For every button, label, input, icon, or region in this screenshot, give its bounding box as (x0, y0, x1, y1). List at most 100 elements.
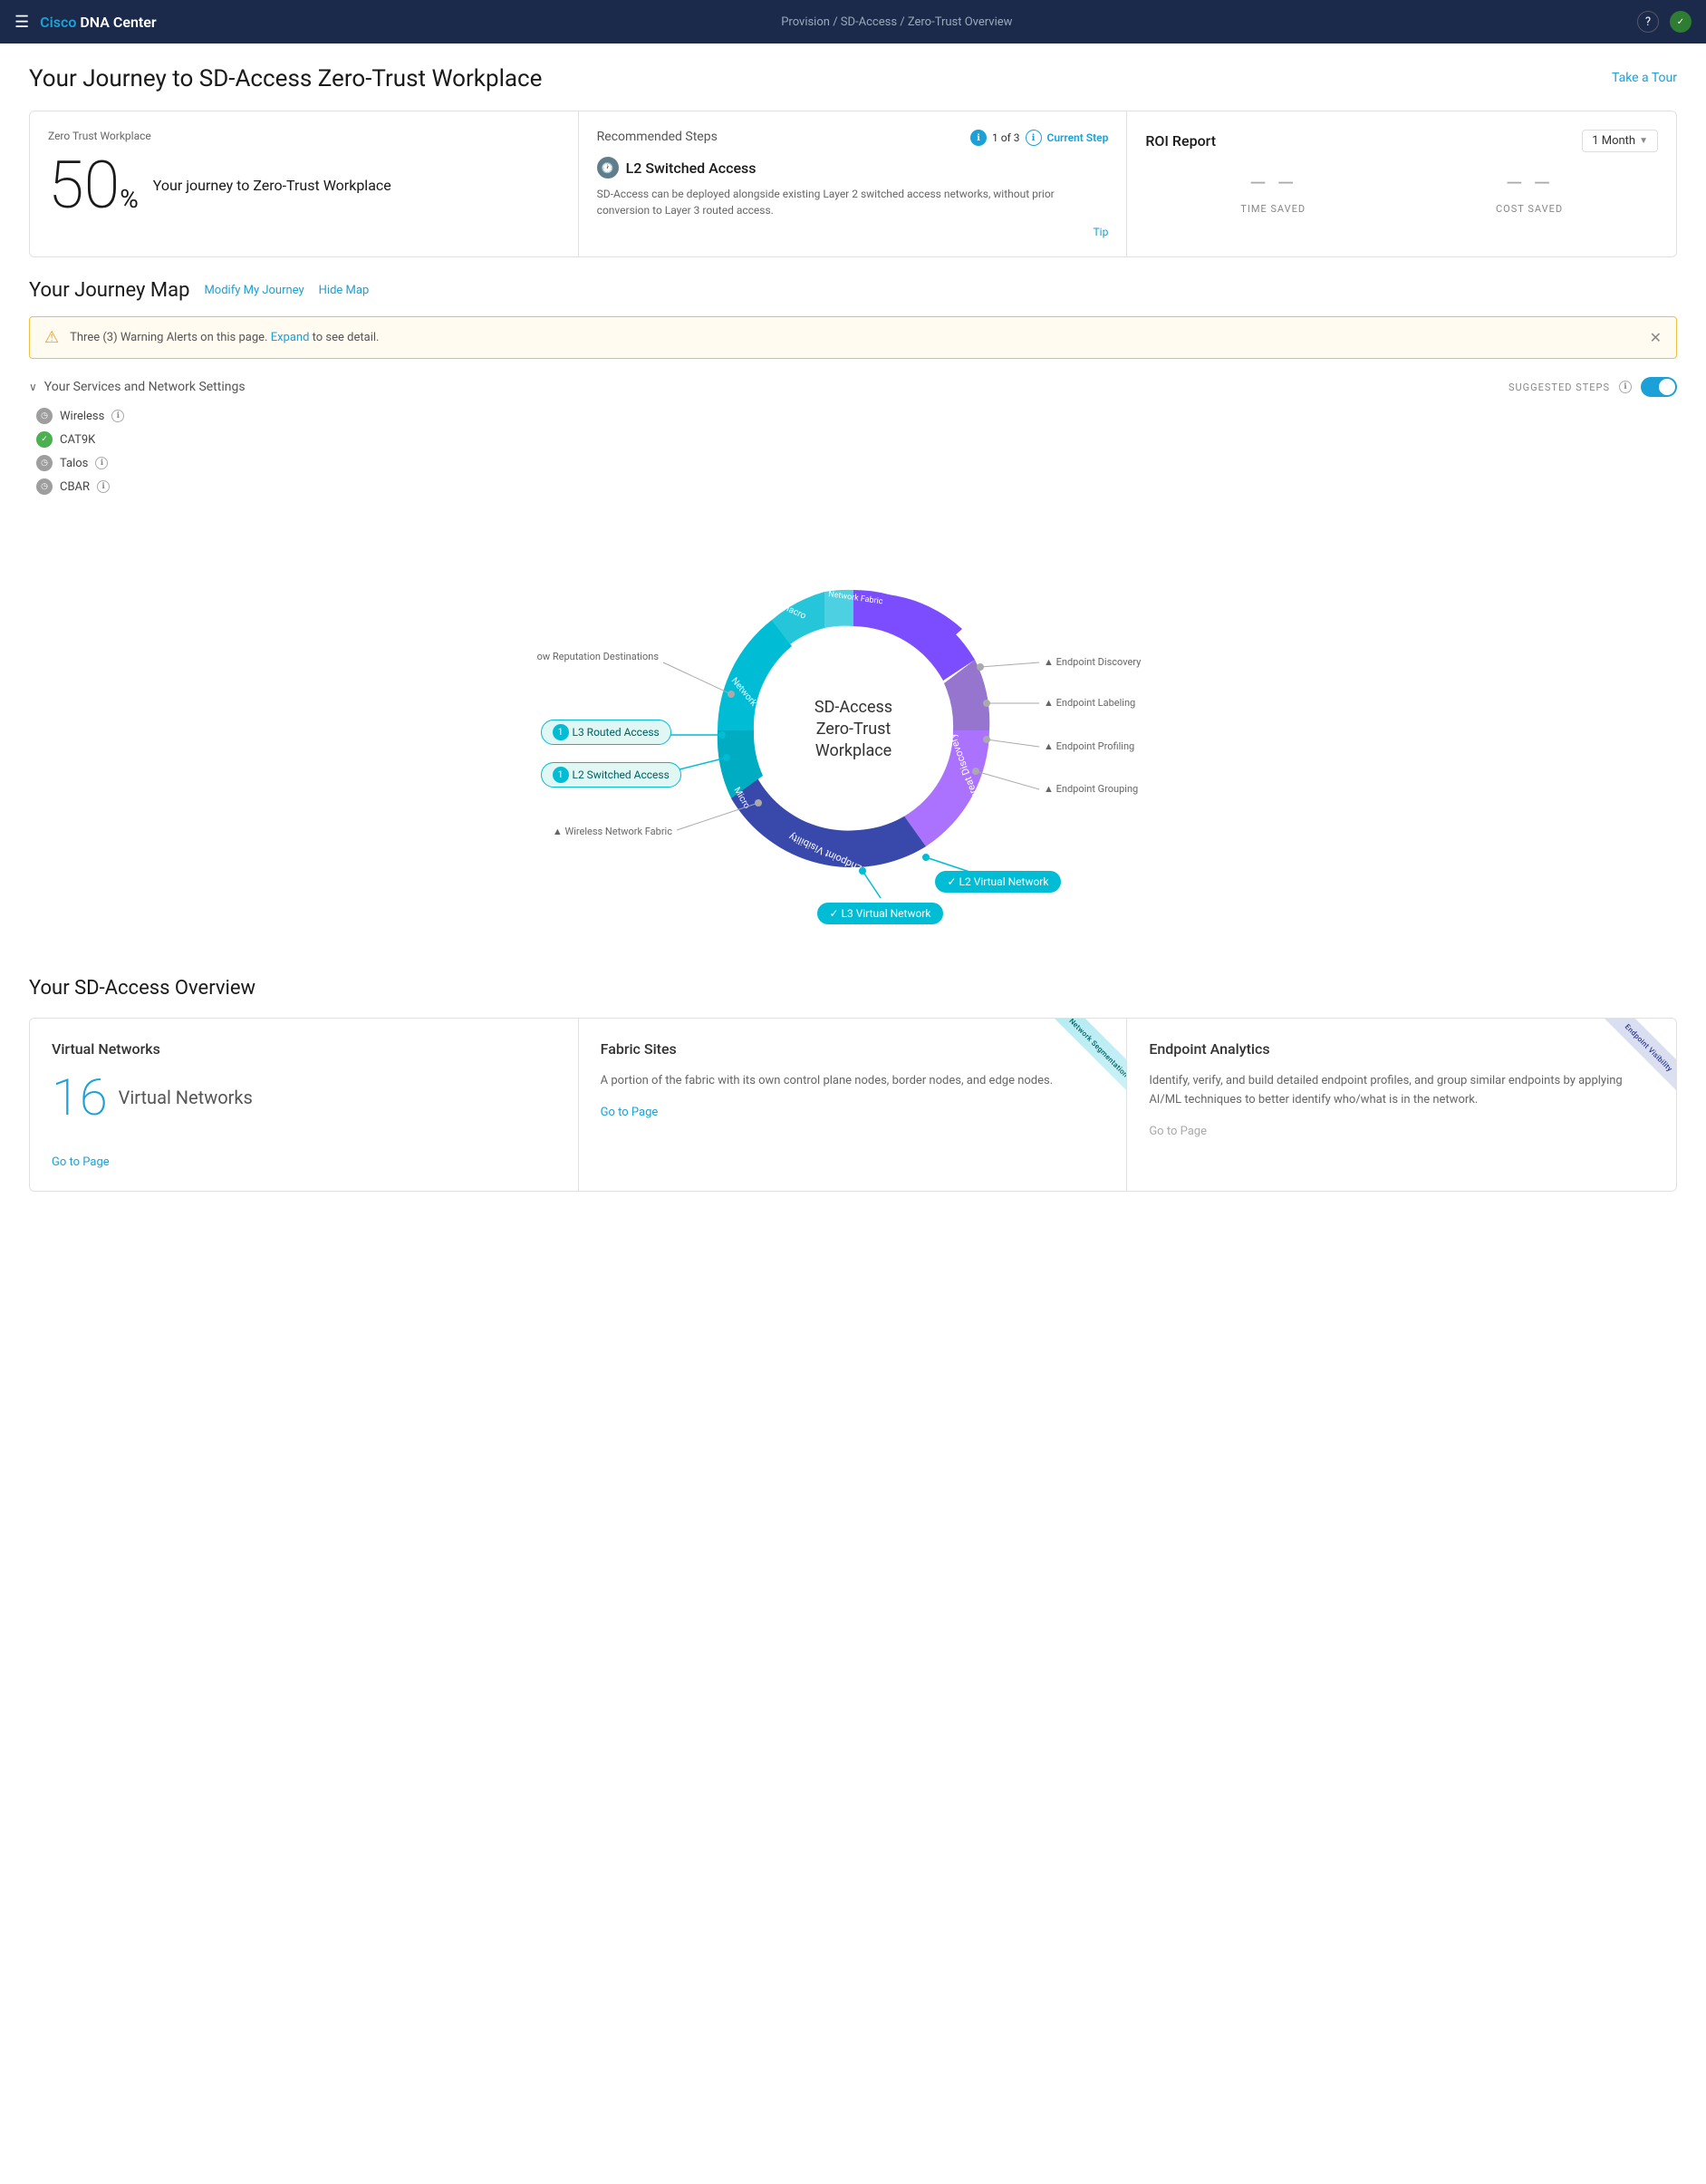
line-ep-discovery (980, 662, 1039, 667)
line-talos (663, 662, 731, 694)
l3-vn-label: ✓ L3 Virtual Network (817, 903, 944, 924)
roi-title: ROI Report (1145, 132, 1216, 150)
step-clock-icon: 🕐 (597, 157, 619, 179)
talos-status-dot: ◷ (36, 455, 53, 471)
ea-card-title: Endpoint Analytics (1149, 1040, 1654, 1058)
dot-wireless (755, 799, 762, 807)
services-title[interactable]: ∨ Your Services and Network Settings (29, 380, 246, 394)
cbar-info-icon[interactable]: ℹ (97, 480, 110, 493)
wireless-status-dot: ◷ (36, 408, 53, 424)
dot-ep-grouping (972, 768, 979, 775)
ea-card-text: Identify, verify, and build detailed end… (1149, 1072, 1654, 1110)
roi-metrics: — — TIME SAVED — — COST SAVED (1145, 170, 1658, 215)
l3-vn-button[interactable]: ✓ L3 Virtual Network (817, 903, 944, 924)
cat9k-status-dot: ✓ (36, 431, 53, 448)
fs-card-text: A portion of the fabric with its own con… (601, 1072, 1105, 1091)
zero-trust-percent: 50% (48, 153, 139, 218)
warning-triangle-icon: ⚠ (44, 328, 59, 347)
hamburger-menu-icon[interactable]: ☰ (14, 13, 29, 32)
tip-link[interactable]: Tip (597, 226, 1109, 238)
l2-switched-badge: 1 L2 Switched Access (541, 762, 681, 788)
hide-map-link[interactable]: Hide Map (319, 284, 370, 297)
dot-l2-vn (922, 854, 930, 861)
label-trust-monitoring: Trust Monitoring (989, 615, 1014, 690)
l2-switched-label[interactable]: 1 L2 Switched Access (541, 762, 681, 788)
step-count: 1 of 3 (992, 131, 1019, 144)
main-content: Your Journey to SD-Access Zero-Trust Wor… (0, 43, 1706, 2184)
recommended-steps-card: Recommended Steps ℹ 1 of 3 ℹ Current Ste… (579, 111, 1128, 256)
status-icon[interactable]: ✓ (1670, 11, 1692, 33)
zero-trust-body: 50% Your journey to Zero-Trust Workplace (48, 153, 560, 218)
month-label: 1 Month (1592, 134, 1635, 148)
fs-card-title: Fabric Sites (601, 1040, 1105, 1058)
time-saved-metric: — — TIME SAVED (1240, 170, 1306, 215)
service-cat9k: ✓ CAT9K (36, 431, 1677, 448)
overview-section: Your SD-Access Overview Virtual Networks… (29, 977, 1677, 1192)
label-wireless-warn: ▲ Wireless Network Fabric (552, 826, 671, 837)
help-icon[interactable]: ? (1637, 11, 1659, 33)
journey-map-title: Your Journey Map (29, 279, 189, 302)
service-talos: ◷ Talos ℹ (36, 455, 1677, 471)
breadcrumb-provision[interactable]: Provision (781, 15, 830, 29)
l3-routed-label[interactable]: 1 L3 Routed Access (541, 720, 671, 745)
suggested-steps-toggle[interactable] (1641, 377, 1677, 397)
label-talos-warn: ▲ Talos Low Reputation Destinations (536, 651, 659, 662)
wireless-info-icon[interactable]: ℹ (111, 410, 124, 422)
ea-go-to-page: Go to Page (1149, 1125, 1207, 1138)
warning-expand-link[interactable]: Expand (271, 331, 310, 344)
cbar-status-dot: ◷ (36, 478, 53, 495)
l2-badge-number: 1 (553, 767, 569, 783)
l3-routed-text: L3 Routed Access (573, 726, 660, 739)
time-saved-value: — — (1240, 170, 1306, 196)
cost-saved-metric: — — COST SAVED (1496, 170, 1563, 215)
endpoint-analytics-card: Endpoint Visibility Endpoint Analytics I… (1127, 1019, 1676, 1191)
step-badge: ℹ 1 of 3 ℹ Current Step (970, 130, 1108, 146)
month-select[interactable]: 1 Month ▼ (1582, 130, 1658, 152)
current-step-label: Current Step (1047, 131, 1109, 144)
label-ep-profiling: ▲ Endpoint Profiling (1044, 740, 1134, 752)
wireless-label: Wireless (60, 410, 104, 423)
talos-label: Talos (60, 457, 88, 470)
vn-card-title: Virtual Networks (52, 1040, 556, 1058)
rec-card-title: Recommended Steps (597, 130, 718, 144)
cat9k-label: CAT9K (60, 433, 95, 447)
label-ep-labeling: ▲ Endpoint Labeling (1044, 697, 1135, 709)
fs-go-to-page[interactable]: Go to Page (601, 1106, 659, 1119)
line-l3-vn (863, 871, 881, 898)
line-ep-profiling (987, 739, 1039, 747)
breadcrumb-zerotrust[interactable]: Zero-Trust Overview (908, 15, 1013, 29)
chevron-down-icon: ▼ (1639, 136, 1648, 146)
take-tour-link[interactable]: Take a Tour (1612, 71, 1677, 85)
talos-info-icon[interactable]: ℹ (95, 457, 108, 469)
toggle-knob (1659, 379, 1675, 395)
label-ep-discovery: ▲ Endpoint Discovery (1044, 656, 1142, 668)
roi-header: ROI Report 1 Month ▼ (1145, 130, 1658, 152)
dot-l3-vn (859, 867, 866, 875)
warning-banner: ⚠ Three (3) Warning Alerts on this page.… (29, 316, 1677, 359)
l2-vn-label: ✓ L2 Virtual Network (935, 871, 1062, 893)
services-title-text: Your Services and Network Settings (44, 380, 246, 394)
breadcrumb-separator-2: / (900, 15, 908, 29)
cost-saved-label: COST SAVED (1496, 203, 1563, 215)
fabric-sites-card: Network Segmentation Fabric Sites A port… (579, 1019, 1128, 1191)
l3-badge-number: 1 (553, 724, 569, 740)
step-current-badge: ℹ (970, 130, 987, 146)
vn-go-to-page[interactable]: Go to Page (52, 1155, 110, 1169)
breadcrumb-sdaccess[interactable]: SD-Access (841, 15, 897, 29)
l2-vn-button[interactable]: ✓ L2 Virtual Network (935, 871, 1062, 893)
percent-sign: % (120, 184, 139, 214)
warning-close-button[interactable]: ✕ (1650, 329, 1662, 346)
dot-ep-discovery (977, 663, 984, 671)
vn-desc: Virtual Networks (119, 1087, 253, 1108)
roi-card: ROI Report 1 Month ▼ — — TIME SAVED — — … (1127, 111, 1676, 256)
suggested-steps-info-icon[interactable]: ℹ (1619, 381, 1632, 393)
l2-switched-text: L2 Switched Access (573, 768, 670, 781)
breadcrumb: Provision / SD-Access / Zero-Trust Overv… (157, 15, 1637, 29)
top-navigation: ☰ Cisco DNA Center Provision / SD-Access… (0, 0, 1706, 43)
dot-ep-profiling (983, 736, 990, 743)
step-title-text: L2 Switched Access (626, 159, 757, 177)
service-items-list: ◷ Wireless ℹ ✓ CAT9K ◷ Talos ℹ ◷ CBAR ℹ (36, 408, 1677, 495)
service-wireless: ◷ Wireless ℹ (36, 408, 1677, 424)
service-cbar: ◷ CBAR ℹ (36, 478, 1677, 495)
modify-journey-link[interactable]: Modify My Journey (204, 284, 304, 297)
